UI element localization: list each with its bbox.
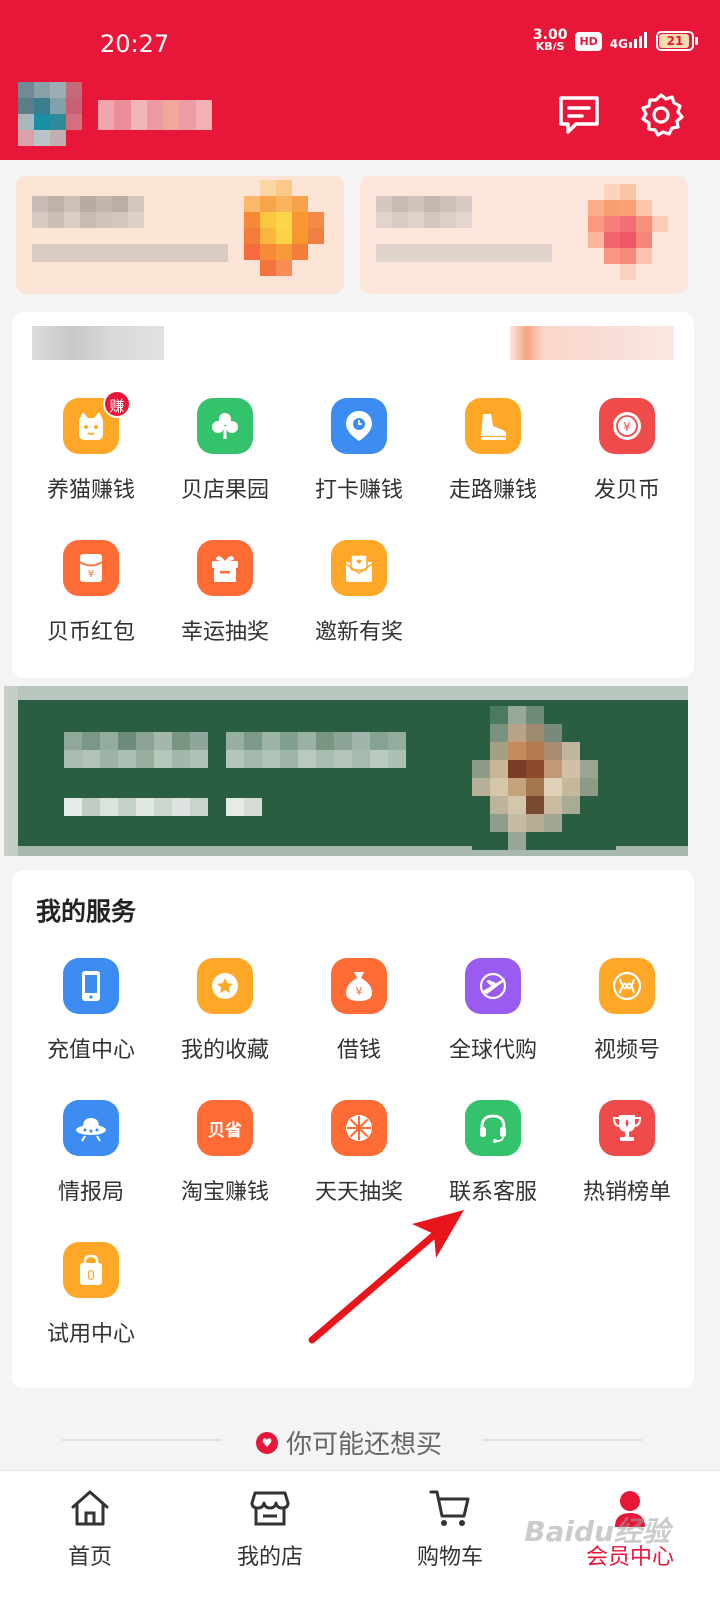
cart-icon (429, 1490, 470, 1526)
promo-subtext-blurred (376, 244, 552, 262)
promo-banner-left[interactable] (16, 176, 344, 294)
svg-text:¥: ¥ (356, 985, 363, 998)
money-bag-icon: ¥ (331, 958, 387, 1014)
annotation-arrow (308, 1210, 464, 1344)
shopping-bag-icon: 0 (63, 1242, 119, 1298)
service-item-recharge[interactable]: 充值中心 (24, 932, 158, 1074)
task-item-redpacket[interactable]: ¥ 贝币红包 (24, 514, 158, 656)
nav-home[interactable]: 首页 (0, 1471, 180, 1600)
task-item-walk[interactable]: 走路赚钱 (426, 372, 560, 514)
location-pin-icon (331, 398, 387, 454)
nav-cart[interactable]: 购物车 (360, 1471, 540, 1600)
promo-banner-right[interactable] (360, 176, 688, 294)
signal-icon: 4G (610, 31, 648, 51)
watermark: Baidu经验 (524, 1515, 670, 1548)
store-icon (250, 1491, 290, 1526)
coin-icon: ¥ (599, 398, 655, 454)
clover-icon (197, 398, 253, 454)
trophy-icon (599, 1100, 655, 1156)
header-bar: 20:27 3.00 KB/S HD 4G 21 (0, 0, 720, 160)
tasks-title-blurred (32, 326, 164, 360)
svg-text:¥: ¥ (88, 569, 94, 580)
ad-banner-blurred[interactable] (4, 686, 688, 856)
task-item-coins[interactable]: ¥ 发贝币 (560, 372, 694, 514)
nav-my-store[interactable]: 我的店 (180, 1471, 360, 1600)
service-item-video[interactable]: 视频号 (560, 932, 694, 1074)
heart-icon: ♥ (256, 1431, 278, 1454)
tasks-more-blurred[interactable] (510, 326, 674, 360)
status-icons: 3.00 KB/S HD 4G 21 (532, 27, 698, 53)
home-icon (71, 1490, 109, 1526)
lottery-wheel-icon (331, 1100, 387, 1156)
earn-badge: 赚 (103, 390, 131, 418)
service-item-customer-service[interactable]: 联系客服 (426, 1074, 560, 1216)
ufo-icon (63, 1100, 119, 1156)
service-item-favorites[interactable]: 我的收藏 (158, 932, 292, 1074)
task-item-invite[interactable]: 邀新有奖 (292, 514, 426, 656)
invite-envelope-icon (331, 540, 387, 596)
headset-icon (465, 1100, 521, 1156)
service-item-bestsellers[interactable]: 热销榜单 (560, 1074, 694, 1216)
promo-text-blurred (32, 196, 160, 228)
avatar[interactable] (18, 82, 82, 146)
promo-image-blurred (588, 184, 668, 280)
video-channel-icon (599, 958, 655, 1014)
task-item-orchard[interactable]: 贝店果园 (158, 372, 292, 514)
hd-badge: HD (575, 31, 602, 51)
net-speed: 3.00 KB/S (532, 27, 568, 53)
service-item-daily-lottery[interactable]: 天天抽奖 (292, 1074, 426, 1216)
gear-icon[interactable] (638, 92, 684, 138)
tasks-grid: 赚 养猫赚钱 贝店果园 打卡赚钱 走路赚钱 ¥ 发贝币 ¥ 贝币红包 幸运抽奖 … (24, 372, 694, 656)
status-time: 20:27 (100, 30, 170, 58)
service-item-trial[interactable]: 0 试用中心 (24, 1216, 158, 1358)
service-item-intel[interactable]: 情报局 (24, 1074, 158, 1216)
svg-text:¥: ¥ (623, 420, 631, 434)
task-item-cat[interactable]: 赚 养猫赚钱 (24, 372, 158, 514)
task-item-checkin[interactable]: 打卡赚钱 (292, 372, 426, 514)
taobao-icon: 贝省 (197, 1100, 253, 1156)
promo-text-blurred (376, 196, 488, 228)
username-blurred (98, 100, 212, 130)
red-envelope-icon: ¥ (63, 540, 119, 596)
phone-recharge-icon (63, 958, 119, 1014)
cat-icon: 赚 (63, 390, 131, 454)
message-icon[interactable] (556, 92, 602, 138)
gift-box-icon (197, 540, 253, 596)
star-icon (197, 958, 253, 1014)
recommend-label: 你可能还想买 (286, 1430, 443, 1460)
plane-icon (465, 958, 521, 1014)
task-item-lottery[interactable]: 幸运抽奖 (158, 514, 292, 656)
shoe-icon (465, 398, 521, 454)
recommend-divider: ♥ 你可能还想买 (0, 1420, 720, 1460)
service-item-global-buy[interactable]: 全球代购 (426, 932, 560, 1074)
services-title: 我的服务 (36, 897, 137, 926)
service-item-taobao[interactable]: 贝省 淘宝赚钱 (158, 1074, 292, 1216)
service-item-borrow[interactable]: ¥ 借钱 (292, 932, 426, 1074)
battery-icon: 21 (656, 31, 698, 51)
svg-text:0: 0 (87, 1269, 95, 1284)
promo-image-blurred (244, 180, 324, 276)
promo-subtext-blurred (32, 244, 228, 262)
